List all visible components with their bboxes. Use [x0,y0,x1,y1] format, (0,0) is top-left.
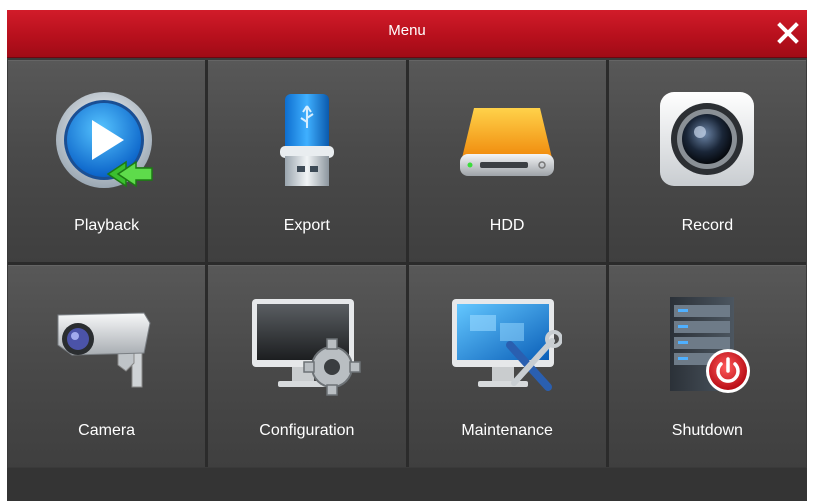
menu-item-label: Maintenance [461,422,553,439]
menu-item-label: Camera [78,422,136,439]
camera-lens-icon [660,92,755,186]
monitor-gear-icon [251,299,361,396]
menu-window: Menu Playback Export HDD Record Camera C… [7,10,807,501]
menu-item-export[interactable]: Export [208,60,406,262]
security-camera-icon [57,312,151,388]
menu-item-label: HDD [489,217,525,234]
menu-item-label: Record [681,217,734,234]
menu-item-maintenance[interactable]: Maintenance [408,265,606,467]
menu-item-hdd[interactable]: HDD [408,60,606,262]
title-bar: Menu [7,10,807,58]
menu-grid: Playback Export HDD Record Camera Config… [8,60,806,467]
menu-item-shutdown[interactable]: Shutdown [608,265,806,467]
menu-item-configuration[interactable]: Configuration [208,265,406,467]
menu-item-camera[interactable]: Camera [8,265,206,467]
playback-icon [55,92,153,188]
hard-drive-icon [460,108,555,176]
menu-item-label: Configuration [259,422,355,439]
usb-drive-icon [279,94,334,186]
menu-item-label: Shutdown [671,422,743,439]
menu-item-label: Playback [74,217,140,234]
server-power-icon [670,297,751,393]
menu-item-record[interactable]: Record [608,60,806,262]
window-title: Menu [388,22,426,39]
footer-bar [7,468,807,501]
close-button[interactable] [773,18,803,48]
monitor-tools-icon [452,299,563,391]
menu-item-label: Export [283,217,330,234]
menu-item-playback[interactable]: Playback [8,60,206,262]
close-icon[interactable] [773,18,803,48]
